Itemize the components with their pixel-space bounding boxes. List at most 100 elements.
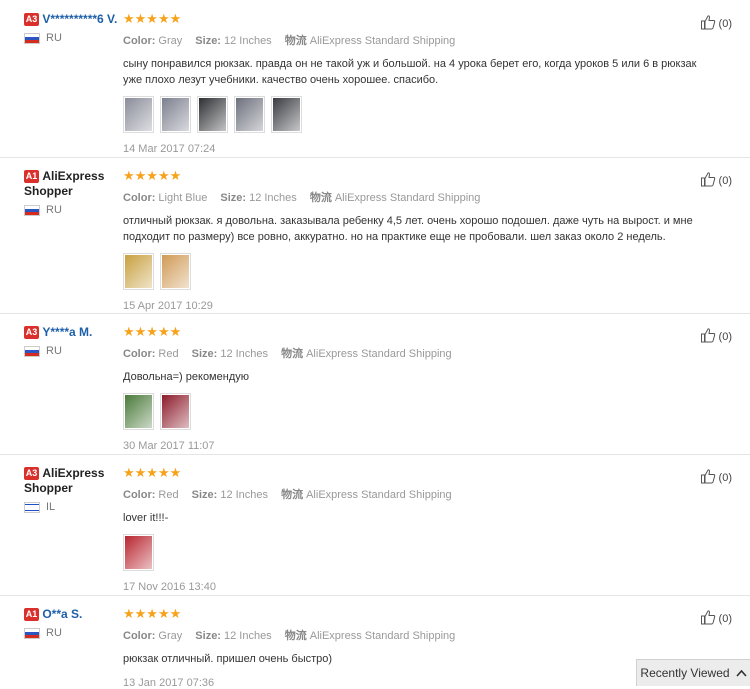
helpful-button[interactable]: (0)	[700, 609, 732, 628]
order-info: Color: Light Blue Size: 12 Inches 物流 AliExp…	[123, 189, 718, 205]
shipping-value: AliExpress Standard Shipping	[309, 630, 456, 642]
star-rating: ★★★★★	[123, 606, 182, 621]
shipping-value: AliExpress Standard Shipping	[306, 489, 452, 501]
review-date: 17 Nov 2016 13:40	[123, 581, 216, 593]
order-info: Color: Red Size: 12 Inches 物流 AliExpress St…	[123, 345, 718, 361]
flag-icon	[24, 627, 40, 639]
color-value: Gray	[158, 630, 183, 642]
review-photos	[123, 393, 718, 430]
reviewer-name[interactable]: Y****a M.	[42, 325, 92, 339]
photo-thumbnail	[236, 98, 263, 131]
review-photo[interactable]	[123, 253, 154, 290]
review-body: ★★★★★ Color: Gray Size: 12 Inches 物流 AliExp…	[123, 607, 718, 689]
star-rating: ★★★★★	[123, 465, 182, 480]
review-date: 30 Mar 2017 11:07	[123, 440, 215, 452]
helpful-button[interactable]: (0)	[700, 468, 732, 487]
review-item: A1 AliExpress Shopper RU ★★★★★ Color: Lig…	[0, 157, 750, 314]
thumbs-up-icon	[700, 609, 716, 628]
review-photos	[123, 534, 718, 571]
reviewer-country: RU	[24, 345, 124, 357]
reviewer: A3 AliExpress Shopper IL	[24, 466, 124, 513]
recently-viewed-button[interactable]: Recently Viewed	[636, 659, 750, 686]
level-badge: A3	[24, 467, 39, 480]
review-photo[interactable]	[160, 253, 191, 290]
photo-thumbnail	[125, 536, 152, 569]
country-code: RU	[46, 32, 62, 44]
shipping-label: 物流	[284, 35, 307, 47]
color-label: Color:	[123, 35, 156, 47]
reviewer: A1 O**a S. RU	[24, 607, 124, 639]
order-info: Color: Red Size: 12 Inches 物流 AliExpress St…	[123, 486, 718, 502]
shipping-value: AliExpress Standard Shipping	[309, 35, 456, 47]
shipping-label: 物流	[281, 489, 304, 501]
review-date: 15 Apr 2017 10:29	[123, 300, 213, 312]
helpful-count: (0)	[718, 471, 732, 484]
color-value: Red	[158, 348, 179, 360]
color-label: Color:	[123, 348, 156, 360]
review-photo[interactable]	[197, 96, 228, 133]
helpful-button[interactable]: (0)	[700, 14, 732, 33]
photo-thumbnail	[273, 98, 300, 131]
review-body: ★★★★★ Color: Gray Size: 12 Inches 物流 AliExp…	[123, 12, 718, 155]
size-value: 12 Inches	[249, 192, 297, 204]
thumbs-up-icon	[700, 14, 716, 33]
review-body: ★★★★★ Color: Light Blue Size: 12 Inches 物流…	[123, 169, 718, 312]
review-date: 13 Jan 2017 07:36	[123, 677, 215, 689]
shipping-label: 物流	[284, 630, 307, 642]
review-body: ★★★★★ Color: Red Size: 12 Inches 物流 AliExpr…	[123, 466, 718, 593]
size-label: Size:	[191, 489, 218, 501]
review-photo[interactable]	[271, 96, 302, 133]
reviewer-name[interactable]: O**a S.	[42, 607, 82, 621]
review-date: 14 Mar 2017 07:24	[123, 143, 216, 155]
photo-thumbnail	[162, 98, 189, 131]
flag-icon	[24, 345, 40, 357]
reviewer: A3 Y****a M. RU	[24, 325, 124, 357]
thumbs-up-icon	[700, 327, 716, 346]
country-code: IL	[46, 501, 56, 513]
review-photo[interactable]	[234, 96, 265, 133]
country-code: RU	[46, 204, 62, 216]
review-text: сыну понравился рюкзак. правда он не так…	[123, 58, 697, 86]
photo-thumbnail	[199, 98, 226, 131]
review-photos	[123, 253, 718, 290]
order-info: Color: Gray Size: 12 Inches 物流 AliExpress S…	[123, 32, 718, 48]
review-body: ★★★★★ Color: Red Size: 12 Inches 物流 AliExpr…	[123, 325, 718, 452]
reviewer-country: RU	[24, 32, 124, 44]
level-badge: A1	[24, 170, 39, 183]
level-badge: A3	[24, 326, 39, 339]
photo-thumbnail	[125, 255, 152, 288]
flag-icon	[24, 501, 40, 513]
star-rating: ★★★★★	[123, 324, 182, 339]
size-value: 12 Inches	[220, 348, 269, 360]
flag-icon	[24, 32, 40, 44]
review-text: Довольна=) рекомендую	[123, 371, 249, 383]
color-label: Color:	[123, 630, 156, 642]
review-photo[interactable]	[160, 393, 191, 430]
shipping-label: 物流	[281, 348, 304, 360]
review-photo[interactable]	[123, 393, 154, 430]
reviewer-country: RU	[24, 204, 124, 216]
review-text: отличный рюкзак. я довольна. заказывала …	[123, 215, 693, 243]
review-photo[interactable]	[123, 96, 154, 133]
shipping-value: AliExpress Standard Shipping	[306, 348, 452, 360]
photo-thumbnail	[125, 98, 152, 131]
order-info: Color: Gray Size: 12 Inches 物流 AliExpress S…	[123, 627, 718, 643]
helpful-button[interactable]: (0)	[700, 327, 732, 346]
country-code: RU	[46, 627, 62, 639]
reviewer: A3 V**********6 V. RU	[24, 12, 124, 44]
review-photo[interactable]	[123, 534, 154, 571]
color-value: Light Blue	[158, 192, 208, 204]
size-value: 12 Inches	[223, 630, 272, 642]
helpful-count: (0)	[718, 17, 732, 30]
color-value: Gray	[158, 35, 183, 47]
review-photos	[123, 96, 718, 133]
photo-thumbnail	[125, 395, 152, 428]
shipping-value: AliExpress Standard Shipping	[334, 192, 481, 204]
helpful-button[interactable]: (0)	[700, 171, 732, 190]
chevron-up-icon	[735, 666, 747, 680]
photo-thumbnail	[162, 255, 189, 288]
review-photo[interactable]	[160, 96, 191, 133]
review-text: lover it!!!-	[123, 512, 169, 524]
reviewer-name[interactable]: V**********6 V.	[42, 12, 117, 26]
color-label: Color:	[123, 192, 156, 204]
